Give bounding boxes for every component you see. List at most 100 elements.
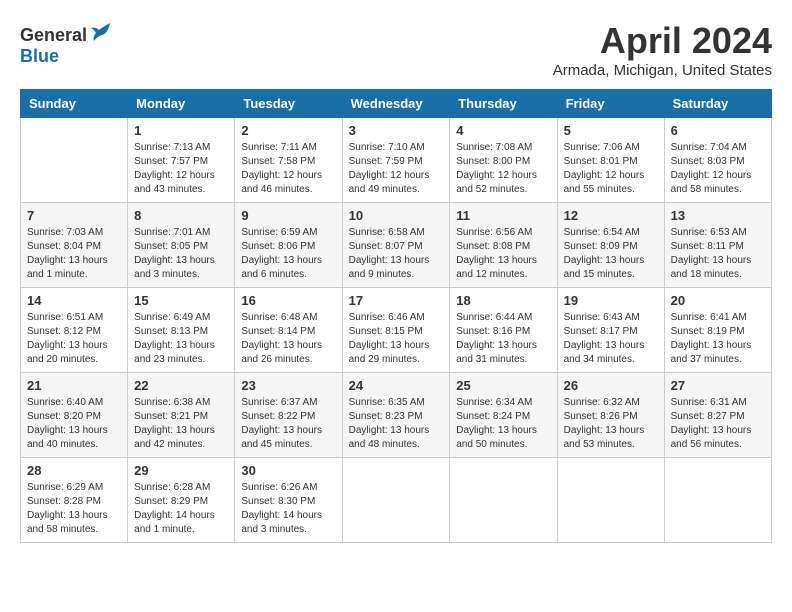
calendar-cell: 9 Sunrise: 6:59 AM Sunset: 8:06 PM Daylig…	[235, 203, 342, 288]
day-info: Sunrise: 6:58 AM Sunset: 8:07 PM Dayligh…	[349, 226, 444, 282]
day-info: Sunrise: 6:54 AM Sunset: 8:09 PM Dayligh…	[564, 226, 658, 282]
day-number: 15	[134, 293, 228, 308]
day-info: Sunrise: 7:01 AM Sunset: 8:05 PM Dayligh…	[134, 226, 228, 282]
day-info: Sunrise: 6:32 AM Sunset: 8:26 PM Dayligh…	[564, 396, 658, 452]
col-thursday: Thursday	[450, 90, 557, 118]
logo-blue-text: Blue	[20, 46, 59, 67]
calendar-cell: 27 Sunrise: 6:31 AM Sunset: 8:27 PM Dayli…	[664, 373, 771, 458]
calendar-cell: 23Sunrise: 6:37 AM Sunset: 8:22 PM Dayli…	[235, 373, 342, 458]
calendar-cell: 16Sunrise: 6:48 AM Sunset: 8:14 PM Dayli…	[235, 288, 342, 373]
day-info: Sunrise: 7:10 AM Sunset: 7:59 PM Dayligh…	[349, 141, 444, 197]
day-number: 16	[241, 293, 335, 308]
day-info: Sunrise: 6:49 AM Sunset: 8:13 PM Dayligh…	[134, 311, 228, 367]
calendar-cell: 6Sunrise: 7:04 AM Sunset: 8:03 PM Daylig…	[664, 118, 771, 203]
day-number: 13	[671, 208, 765, 223]
calendar-cell: 2 Sunrise: 7:11 AM Sunset: 7:58 PM Daylig…	[235, 118, 342, 203]
day-info: Sunrise: 7:06 AM Sunset: 8:01 PM Dayligh…	[564, 141, 658, 197]
day-number: 9	[241, 208, 335, 223]
col-tuesday: Tuesday	[235, 90, 342, 118]
calendar-week-row: 21 Sunrise: 6:40 AM Sunset: 8:20 PM Dayli…	[21, 373, 772, 458]
header-row: Sunday Monday Tuesday Wednesday Thursday…	[21, 90, 772, 118]
calendar-cell: 14 Sunrise: 6:51 AM Sunset: 8:12 PM Dayli…	[21, 288, 128, 373]
col-sunday: Sunday	[21, 90, 128, 118]
day-number: 17	[349, 293, 444, 308]
day-number: 25	[456, 378, 550, 393]
day-number: 30	[241, 463, 335, 478]
calendar-cell: 21 Sunrise: 6:40 AM Sunset: 8:20 PM Dayli…	[21, 373, 128, 458]
day-number: 14	[27, 293, 121, 308]
day-info: Sunrise: 7:11 AM Sunset: 7:58 PM Dayligh…	[241, 141, 335, 197]
day-number: 21	[27, 378, 121, 393]
calendar-cell: 26 Sunrise: 6:32 AM Sunset: 8:26 PM Dayli…	[557, 373, 664, 458]
day-info: Sunrise: 7:04 AM Sunset: 8:03 PM Dayligh…	[671, 141, 765, 197]
calendar-cell: 5 Sunrise: 7:06 AM Sunset: 8:01 PM Daylig…	[557, 118, 664, 203]
calendar-cell: 17 Sunrise: 6:46 AM Sunset: 8:15 PM Dayli…	[342, 288, 450, 373]
calendar-cell: 11 Sunrise: 6:56 AM Sunset: 8:08 PM Dayli…	[450, 203, 557, 288]
calendar-cell: 25Sunrise: 6:34 AM Sunset: 8:24 PM Dayli…	[450, 373, 557, 458]
day-info: Sunrise: 6:28 AM Sunset: 8:29 PM Dayligh…	[134, 481, 228, 537]
day-number: 28	[27, 463, 121, 478]
logo-general-text: General	[20, 25, 87, 46]
day-info: Sunrise: 6:41 AM Sunset: 8:19 PM Dayligh…	[671, 311, 765, 367]
calendar-cell: 13Sunrise: 6:53 AM Sunset: 8:11 PM Dayli…	[664, 203, 771, 288]
calendar-cell	[342, 458, 450, 543]
day-info: Sunrise: 6:40 AM Sunset: 8:20 PM Dayligh…	[27, 396, 121, 452]
calendar-week-row: 7Sunrise: 7:03 AM Sunset: 8:04 PM Daylig…	[21, 203, 772, 288]
day-number: 7	[27, 208, 121, 223]
day-number: 2	[241, 123, 335, 138]
calendar-cell: 29 Sunrise: 6:28 AM Sunset: 8:29 PM Dayli…	[128, 458, 235, 543]
col-wednesday: Wednesday	[342, 90, 450, 118]
calendar-cell: 20 Sunrise: 6:41 AM Sunset: 8:19 PM Dayli…	[664, 288, 771, 373]
col-saturday: Saturday	[664, 90, 771, 118]
day-number: 24	[349, 378, 444, 393]
day-number: 23	[241, 378, 335, 393]
day-info: Sunrise: 6:46 AM Sunset: 8:15 PM Dayligh…	[349, 311, 444, 367]
col-friday: Friday	[557, 90, 664, 118]
calendar-cell: 10 Sunrise: 6:58 AM Sunset: 8:07 PM Dayli…	[342, 203, 450, 288]
calendar-week-row: 14 Sunrise: 6:51 AM Sunset: 8:12 PM Dayli…	[21, 288, 772, 373]
calendar-cell: 28 Sunrise: 6:29 AM Sunset: 8:28 PM Dayli…	[21, 458, 128, 543]
calendar-cell: 15 Sunrise: 6:49 AM Sunset: 8:13 PM Dayli…	[128, 288, 235, 373]
calendar-cell: 3Sunrise: 7:10 AM Sunset: 7:59 PM Daylig…	[342, 118, 450, 203]
calendar-cell: 30Sunrise: 6:26 AM Sunset: 8:30 PM Dayli…	[235, 458, 342, 543]
day-number: 10	[349, 208, 444, 223]
day-info: Sunrise: 6:43 AM Sunset: 8:17 PM Dayligh…	[564, 311, 658, 367]
day-info: Sunrise: 7:08 AM Sunset: 8:00 PM Dayligh…	[456, 141, 550, 197]
day-number: 22	[134, 378, 228, 393]
calendar-table: Sunday Monday Tuesday Wednesday Thursday…	[20, 89, 772, 543]
day-info: Sunrise: 6:31 AM Sunset: 8:27 PM Dayligh…	[671, 396, 765, 452]
day-number: 29	[134, 463, 228, 478]
calendar-cell: 8 Sunrise: 7:01 AM Sunset: 8:05 PM Daylig…	[128, 203, 235, 288]
calendar-cell	[664, 458, 771, 543]
day-info: Sunrise: 6:51 AM Sunset: 8:12 PM Dayligh…	[27, 311, 121, 367]
calendar-cell	[21, 118, 128, 203]
title-block: April 2024 Armada, Michigan, United Stat…	[553, 20, 772, 79]
day-number: 11	[456, 208, 550, 223]
calendar-cell	[450, 458, 557, 543]
day-info: Sunrise: 6:38 AM Sunset: 8:21 PM Dayligh…	[134, 396, 228, 452]
calendar-cell: 18Sunrise: 6:44 AM Sunset: 8:16 PM Dayli…	[450, 288, 557, 373]
day-number: 1	[134, 123, 228, 138]
calendar-cell: 1 Sunrise: 7:13 AM Sunset: 7:57 PM Daylig…	[128, 118, 235, 203]
day-number: 27	[671, 378, 765, 393]
month-title: April 2024	[553, 20, 772, 62]
calendar-week-row: 28 Sunrise: 6:29 AM Sunset: 8:28 PM Dayli…	[21, 458, 772, 543]
day-info: Sunrise: 6:44 AM Sunset: 8:16 PM Dayligh…	[456, 311, 550, 367]
logo-bird-icon	[89, 20, 113, 50]
calendar-cell: 19Sunrise: 6:43 AM Sunset: 8:17 PM Dayli…	[557, 288, 664, 373]
day-info: Sunrise: 6:35 AM Sunset: 8:23 PM Dayligh…	[349, 396, 444, 452]
day-info: Sunrise: 6:29 AM Sunset: 8:28 PM Dayligh…	[27, 481, 121, 537]
day-number: 5	[564, 123, 658, 138]
day-info: Sunrise: 7:13 AM Sunset: 7:57 PM Dayligh…	[134, 141, 228, 197]
calendar-cell: 12Sunrise: 6:54 AM Sunset: 8:09 PM Dayli…	[557, 203, 664, 288]
day-number: 4	[456, 123, 550, 138]
day-number: 26	[564, 378, 658, 393]
page-header: General Blue April 2024 Armada, Michigan…	[20, 20, 772, 79]
calendar-cell: 7Sunrise: 7:03 AM Sunset: 8:04 PM Daylig…	[21, 203, 128, 288]
day-number: 8	[134, 208, 228, 223]
day-info: Sunrise: 6:56 AM Sunset: 8:08 PM Dayligh…	[456, 226, 550, 282]
calendar-cell: 22 Sunrise: 6:38 AM Sunset: 8:21 PM Dayli…	[128, 373, 235, 458]
logo: General Blue	[20, 20, 113, 67]
day-number: 20	[671, 293, 765, 308]
day-info: Sunrise: 6:59 AM Sunset: 8:06 PM Dayligh…	[241, 226, 335, 282]
